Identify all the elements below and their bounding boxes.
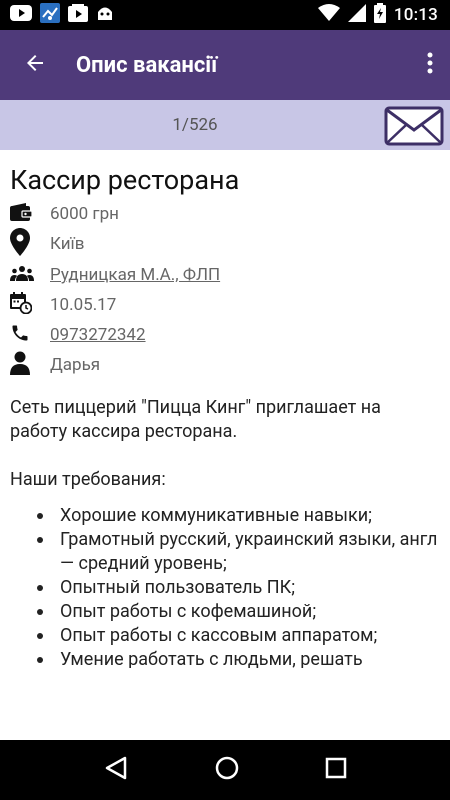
vacancy-counter: 1/526 bbox=[172, 115, 218, 135]
phone-link[interactable]: 0973272342 bbox=[50, 325, 146, 345]
status-time: 10:13 bbox=[393, 5, 438, 25]
job-description: Сеть пиццерий "Пицца Кинг" приглашает на… bbox=[10, 396, 440, 668]
person-icon bbox=[10, 351, 30, 379]
app-bar: Опис вакансії bbox=[0, 30, 450, 100]
wifi-icon bbox=[317, 4, 340, 26]
location-pin-icon bbox=[10, 228, 30, 260]
more-vert-icon bbox=[427, 52, 433, 78]
vacancy-details: Кассир ресторана 6000 грн Київ Рудницкая… bbox=[0, 150, 450, 740]
contact-person: Дарья bbox=[50, 355, 101, 375]
android-icon bbox=[96, 4, 114, 26]
requirements-header: Наши требования: bbox=[10, 469, 166, 490]
envelope-icon bbox=[384, 106, 444, 150]
nav-home-icon[interactable] bbox=[214, 755, 240, 785]
system-nav-bar bbox=[0, 740, 450, 800]
employer-link[interactable]: Рудницкая М.А., ФЛП bbox=[50, 265, 220, 285]
employer-row: Рудницкая М.А., ФЛП bbox=[0, 260, 450, 290]
salary: 6000 грн bbox=[50, 204, 119, 224]
list-item: Опытный пользователь ПК; bbox=[37, 576, 440, 600]
people-icon bbox=[10, 265, 34, 285]
description-intro: Сеть пиццерий "Пицца Кинг" приглашает на… bbox=[10, 397, 381, 442]
status-bar: 10:13 bbox=[0, 0, 450, 30]
back-button[interactable] bbox=[0, 30, 70, 100]
date-row: 10.05.17 bbox=[0, 290, 450, 320]
city: Київ bbox=[50, 234, 85, 254]
list-item: Опыт работы с кассовым аппаратом; bbox=[37, 624, 440, 648]
arrow-back-icon bbox=[23, 51, 47, 79]
overflow-menu-button[interactable] bbox=[410, 30, 450, 100]
job-title: Кассир ресторана bbox=[10, 164, 240, 196]
list-item: Опыт работы с кофемашиной; bbox=[37, 600, 440, 624]
phone-row: 0973272342 bbox=[0, 320, 450, 350]
battery-icon bbox=[373, 3, 386, 27]
youtube-icon bbox=[10, 5, 32, 25]
posted-date: 10.05.17 bbox=[50, 295, 117, 315]
page-title: Опис вакансії bbox=[76, 52, 218, 78]
phone-icon bbox=[10, 323, 30, 347]
nav-recents-icon[interactable] bbox=[325, 757, 347, 783]
counter-bar: 1/526 bbox=[0, 100, 450, 150]
media-icon bbox=[68, 4, 88, 26]
wallet-icon bbox=[10, 203, 33, 225]
list-item: Хорошие коммуникативные навыки; bbox=[37, 504, 440, 528]
send-email-button[interactable] bbox=[384, 106, 446, 146]
contact-row: Дарья bbox=[0, 350, 450, 380]
nav-back-icon[interactable] bbox=[103, 755, 129, 785]
city-row: Київ bbox=[0, 228, 450, 260]
salary-row: 6000 грн bbox=[0, 199, 450, 229]
list-item: Грамотный русский, украинский языки, анг… bbox=[37, 528, 440, 576]
signal-icon bbox=[347, 4, 366, 26]
app-icon bbox=[40, 3, 60, 27]
list-item: Умение работать с людьми, решать bbox=[37, 648, 440, 668]
calendar-clock-icon bbox=[10, 292, 33, 318]
requirements-list: Хорошие коммуникативные навыки; Грамотны… bbox=[10, 504, 440, 668]
